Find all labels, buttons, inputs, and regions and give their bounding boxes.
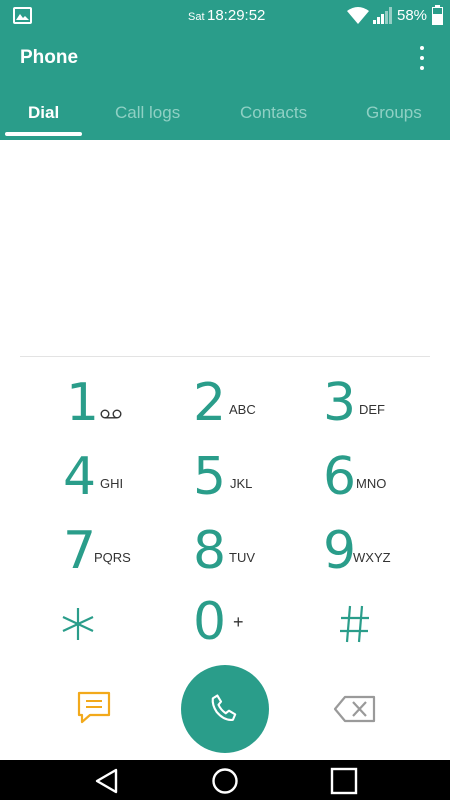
home-icon[interactable] — [210, 767, 240, 795]
key-letters: WXYZ — [353, 550, 391, 565]
hash-key-symbol — [340, 605, 369, 643]
delete-button[interactable] — [333, 693, 377, 725]
key-hash[interactable] — [339, 596, 450, 666]
key-8[interactable]: 8 TUV — [193, 521, 323, 591]
status-bar: Sat 18:29:52 58% — [0, 0, 450, 33]
key-digit: 2 — [193, 373, 227, 433]
key-4[interactable]: 4 GHI — [63, 447, 193, 517]
key-digit: 1 — [66, 373, 100, 433]
key-digit: 9 — [323, 521, 357, 581]
page-title: Phone — [20, 47, 79, 68]
battery-icon — [432, 5, 443, 25]
tab-indicator — [5, 132, 82, 136]
tab-groups[interactable]: Groups — [366, 103, 422, 123]
signal-icon — [373, 7, 392, 24]
key-0[interactable]: 0 + — [193, 592, 323, 662]
key-digit: 7 — [63, 521, 97, 581]
key-digit: 3 — [323, 373, 357, 433]
phone-icon — [211, 694, 237, 721]
key-9[interactable]: 9 WXYZ — [323, 521, 450, 591]
tab-dial[interactable]: Dial — [28, 103, 59, 123]
navigation-bar — [0, 760, 450, 800]
backspace-icon — [333, 695, 376, 723]
app-bar: Phone Dial Call logs Contacts Groups — [0, 33, 450, 140]
key-digit: 6 — [323, 447, 357, 507]
key-letters: TUV — [229, 550, 255, 565]
key-letters: ABC — [229, 402, 256, 417]
tab-contacts[interactable]: Contacts — [240, 103, 307, 123]
key-digit: 5 — [193, 447, 227, 507]
status-day: Sat — [188, 11, 205, 23]
divider — [20, 356, 430, 357]
key-1[interactable]: 1 — [66, 373, 196, 443]
call-button[interactable] — [181, 665, 269, 753]
key-3[interactable]: 3 DEF — [323, 373, 450, 443]
overflow-menu-icon[interactable] — [413, 44, 431, 74]
message-icon — [77, 691, 111, 724]
key-6[interactable]: 6 MNO — [323, 447, 450, 517]
key-digit: 8 — [193, 521, 227, 581]
wifi-icon — [347, 7, 369, 24]
back-icon[interactable] — [92, 767, 122, 795]
key-letters: GHI — [100, 476, 124, 491]
key-letters: PQRS — [94, 550, 131, 565]
tab-call-logs[interactable]: Call logs — [115, 103, 180, 123]
key-letters: JKL — [230, 476, 253, 491]
number-display[interactable] — [20, 150, 430, 340]
key-7[interactable]: 7 PQRS — [63, 521, 193, 591]
key-digit: 4 — [63, 447, 97, 507]
key-letters: DEF — [359, 402, 385, 417]
key-5[interactable]: 5 JKL — [193, 447, 323, 517]
status-time: 18:29:52 — [207, 7, 266, 24]
star-key-symbol — [62, 608, 94, 640]
battery-percent: 58% — [397, 7, 428, 24]
voicemail-icon — [100, 409, 122, 419]
recent-apps-icon[interactable] — [329, 767, 359, 795]
key-letters: + — [233, 612, 244, 632]
key-2[interactable]: 2 ABC — [193, 373, 323, 443]
key-digit: 0 — [193, 592, 227, 652]
key-star[interactable] — [60, 596, 190, 666]
message-button[interactable] — [76, 690, 112, 726]
key-letters: MNO — [356, 476, 387, 491]
gallery-notification-icon — [13, 7, 32, 24]
